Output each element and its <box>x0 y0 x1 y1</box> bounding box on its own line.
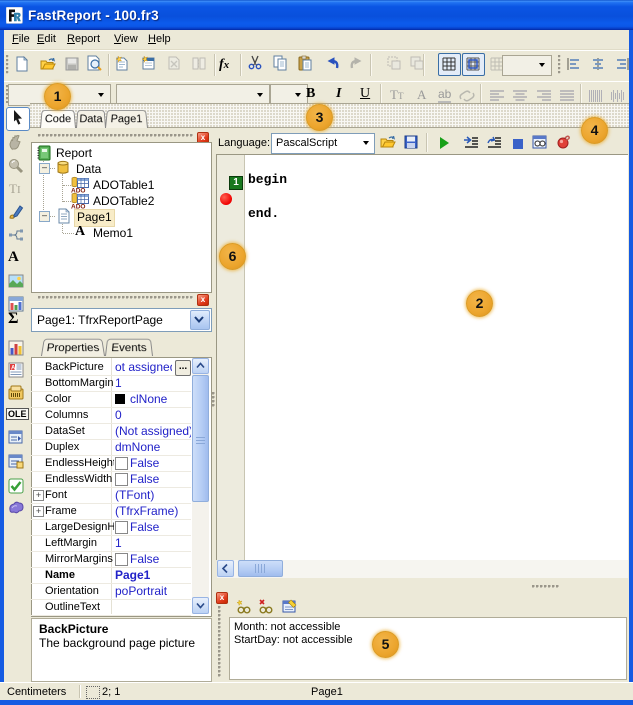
svg-text:A: A <box>11 366 16 372</box>
